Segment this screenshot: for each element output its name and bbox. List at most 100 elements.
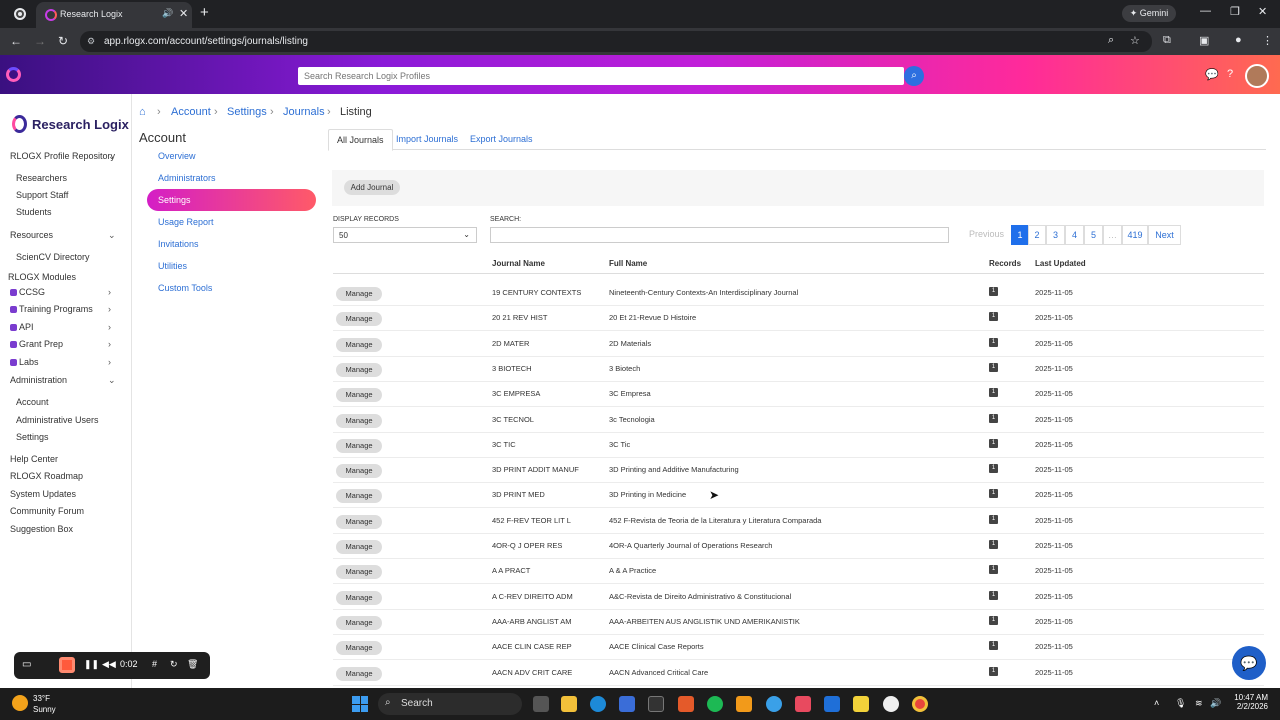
terminal-icon[interactable] [648, 696, 664, 712]
sidebar-item-students[interactable]: Students [16, 207, 52, 217]
sidebar-system-updates[interactable]: System Updates [10, 489, 76, 499]
sidebar-item-sciencv[interactable]: ScienCV Directory [16, 252, 90, 262]
search-button[interactable]: ⌕ [904, 66, 924, 86]
app-icon[interactable] [678, 696, 694, 712]
profile-search[interactable] [298, 67, 904, 85]
subnav-settings[interactable]: Settings [147, 189, 316, 211]
menu-icon[interactable]: ⋮ [1262, 34, 1273, 47]
subnav-overview[interactable]: Overview [158, 151, 196, 161]
manage-button[interactable]: Manage [336, 565, 382, 580]
pagination-previous[interactable]: Previous [964, 225, 1009, 245]
manage-button[interactable]: Manage [336, 312, 382, 327]
sidebar-help-center[interactable]: Help Center [10, 454, 58, 464]
manage-button[interactable]: Manage [336, 362, 382, 377]
manage-button[interactable]: Manage [336, 641, 382, 656]
sidebar-community-forum[interactable]: Community Forum [10, 506, 84, 516]
new-tab-icon[interactable]: + [200, 4, 209, 21]
back-icon[interactable]: ← [10, 34, 22, 48]
pagination-page-5[interactable]: 5 [1084, 225, 1103, 245]
sidebar-roadmap[interactable]: RLOGX Roadmap [10, 471, 83, 481]
pagination-page-last[interactable]: 419 [1122, 225, 1148, 245]
profile-search-input[interactable] [298, 67, 904, 85]
app-icon[interactable] [766, 696, 782, 712]
chevron-right-icon[interactable]: › [108, 287, 111, 297]
url-field[interactable]: ⚙ app.rlogx.com/account/settings/journal… [80, 31, 1152, 52]
sidebar-item-support-staff[interactable]: Support Staff [16, 190, 68, 200]
chevron-right-icon[interactable]: › [108, 322, 111, 332]
chevron-right-icon[interactable]: › [108, 357, 111, 367]
edge-icon[interactable] [590, 696, 606, 712]
subnav-utilities[interactable]: Utilities [158, 261, 187, 271]
chevron-down-icon[interactable]: ⌄ [108, 151, 116, 162]
file-explorer-icon[interactable] [561, 696, 577, 712]
trash-icon[interactable]: 🗑 [187, 659, 198, 670]
sidebar-item-grant-prep[interactable]: Grant Prep [10, 339, 63, 349]
minimize-icon[interactable]: — [1200, 5, 1211, 17]
manage-button[interactable]: Manage [336, 489, 382, 504]
subnav-administrators[interactable]: Administrators [158, 173, 216, 183]
subnav-usage-report[interactable]: Usage Report [158, 217, 214, 227]
column-header-full-name[interactable]: Full Name [609, 259, 647, 268]
tab-all-journals[interactable]: All Journals [328, 129, 393, 151]
sidebar-item-api[interactable]: API [10, 322, 34, 332]
column-header-journal-name[interactable]: Journal Name [492, 259, 545, 268]
audio-icon[interactable]: 🔊 [162, 8, 173, 19]
tab-import-journals[interactable]: Import Journals [396, 134, 458, 144]
sticky-notes-icon[interactable] [853, 696, 869, 712]
sidebar-item-ccsg[interactable]: CCSG [10, 287, 45, 297]
volume-icon[interactable]: 🔊 [1210, 698, 1221, 709]
chevron-down-icon[interactable]: ⌄ [108, 230, 116, 241]
pagination-page-1[interactable]: 1 [1011, 225, 1029, 245]
restore-icon[interactable]: ❐ [1230, 5, 1240, 18]
pagination-page-3[interactable]: 3 [1046, 225, 1065, 245]
pause-icon[interactable]: ❚❚ [84, 659, 99, 670]
manage-button[interactable]: Manage [336, 615, 382, 630]
chevron-down-icon[interactable]: ⌄ [108, 375, 116, 386]
wifi-icon[interactable]: ≋ [1195, 698, 1203, 709]
breadcrumb-account[interactable]: Account [171, 106, 211, 118]
sidebar-administration[interactable]: Administration [10, 375, 67, 385]
extensions-icon[interactable]: ⧉ [1163, 34, 1171, 47]
chatgpt-icon[interactable] [883, 696, 899, 712]
tray-chevron-icon[interactable]: ˄ [1154, 698, 1159, 708]
home-icon[interactable]: ⌂ [139, 106, 146, 118]
subnav-custom-tools[interactable]: Custom Tools [158, 283, 212, 293]
column-header-last-updated[interactable]: Last Updated [1035, 259, 1086, 268]
chevron-right-icon[interactable]: › [108, 304, 111, 314]
manage-button[interactable]: Manage [336, 514, 382, 529]
app-icon[interactable] [795, 696, 811, 712]
sidebar-profile-repository[interactable]: RLOGX Profile Repository [10, 151, 115, 161]
subnav-invitations[interactable]: Invitations [158, 239, 199, 249]
grid-icon[interactable]: # [152, 659, 157, 669]
gemini-button[interactable]: ✦ Gemini [1122, 5, 1176, 22]
browser-tab[interactable]: Research Logix 🔊 ✕ [36, 2, 192, 28]
forward-icon[interactable]: → [34, 34, 46, 48]
close-window-icon[interactable]: ✕ [1258, 5, 1267, 18]
taskbar-search[interactable]: ⌕ Search [378, 693, 522, 715]
store-icon[interactable] [619, 696, 635, 712]
chevron-right-icon[interactable]: › [108, 339, 111, 349]
reload-icon[interactable]: ↻ [58, 34, 68, 48]
zoom-icon[interactable]: ⌕ [1108, 34, 1114, 47]
sidebar-item-researchers[interactable]: Researchers [16, 173, 67, 183]
breadcrumb-settings[interactable]: Settings [227, 106, 267, 118]
sidebar-suggestion-box[interactable]: Suggestion Box [10, 524, 73, 534]
sidebar-item-labs[interactable]: Labs [10, 357, 39, 367]
sidebar-item-training[interactable]: Training Programs [10, 304, 93, 314]
sidebar-item-settings[interactable]: Settings [16, 432, 49, 442]
sidebar-resources[interactable]: Resources [10, 230, 53, 240]
manage-button[interactable]: Manage [336, 287, 382, 301]
tab-export-journals[interactable]: Export Journals [470, 134, 533, 144]
rewind-icon[interactable]: ◀◀ [102, 659, 116, 670]
chrome-icon[interactable] [912, 696, 928, 712]
pagination-page-4[interactable]: 4 [1065, 225, 1084, 245]
add-journal-button[interactable]: Add Journal [344, 180, 400, 195]
spotify-icon[interactable] [707, 696, 723, 712]
help-icon[interactable]: ? [1227, 68, 1233, 80]
avatar[interactable] [1245, 64, 1269, 88]
camera-icon[interactable]: ▭ [22, 659, 31, 670]
breadcrumb-journals[interactable]: Journals [283, 106, 325, 118]
sidebar-item-account[interactable]: Account [16, 397, 49, 407]
pagination-page-2[interactable]: 2 [1028, 225, 1046, 245]
restart-icon[interactable]: ↻ [170, 659, 178, 670]
